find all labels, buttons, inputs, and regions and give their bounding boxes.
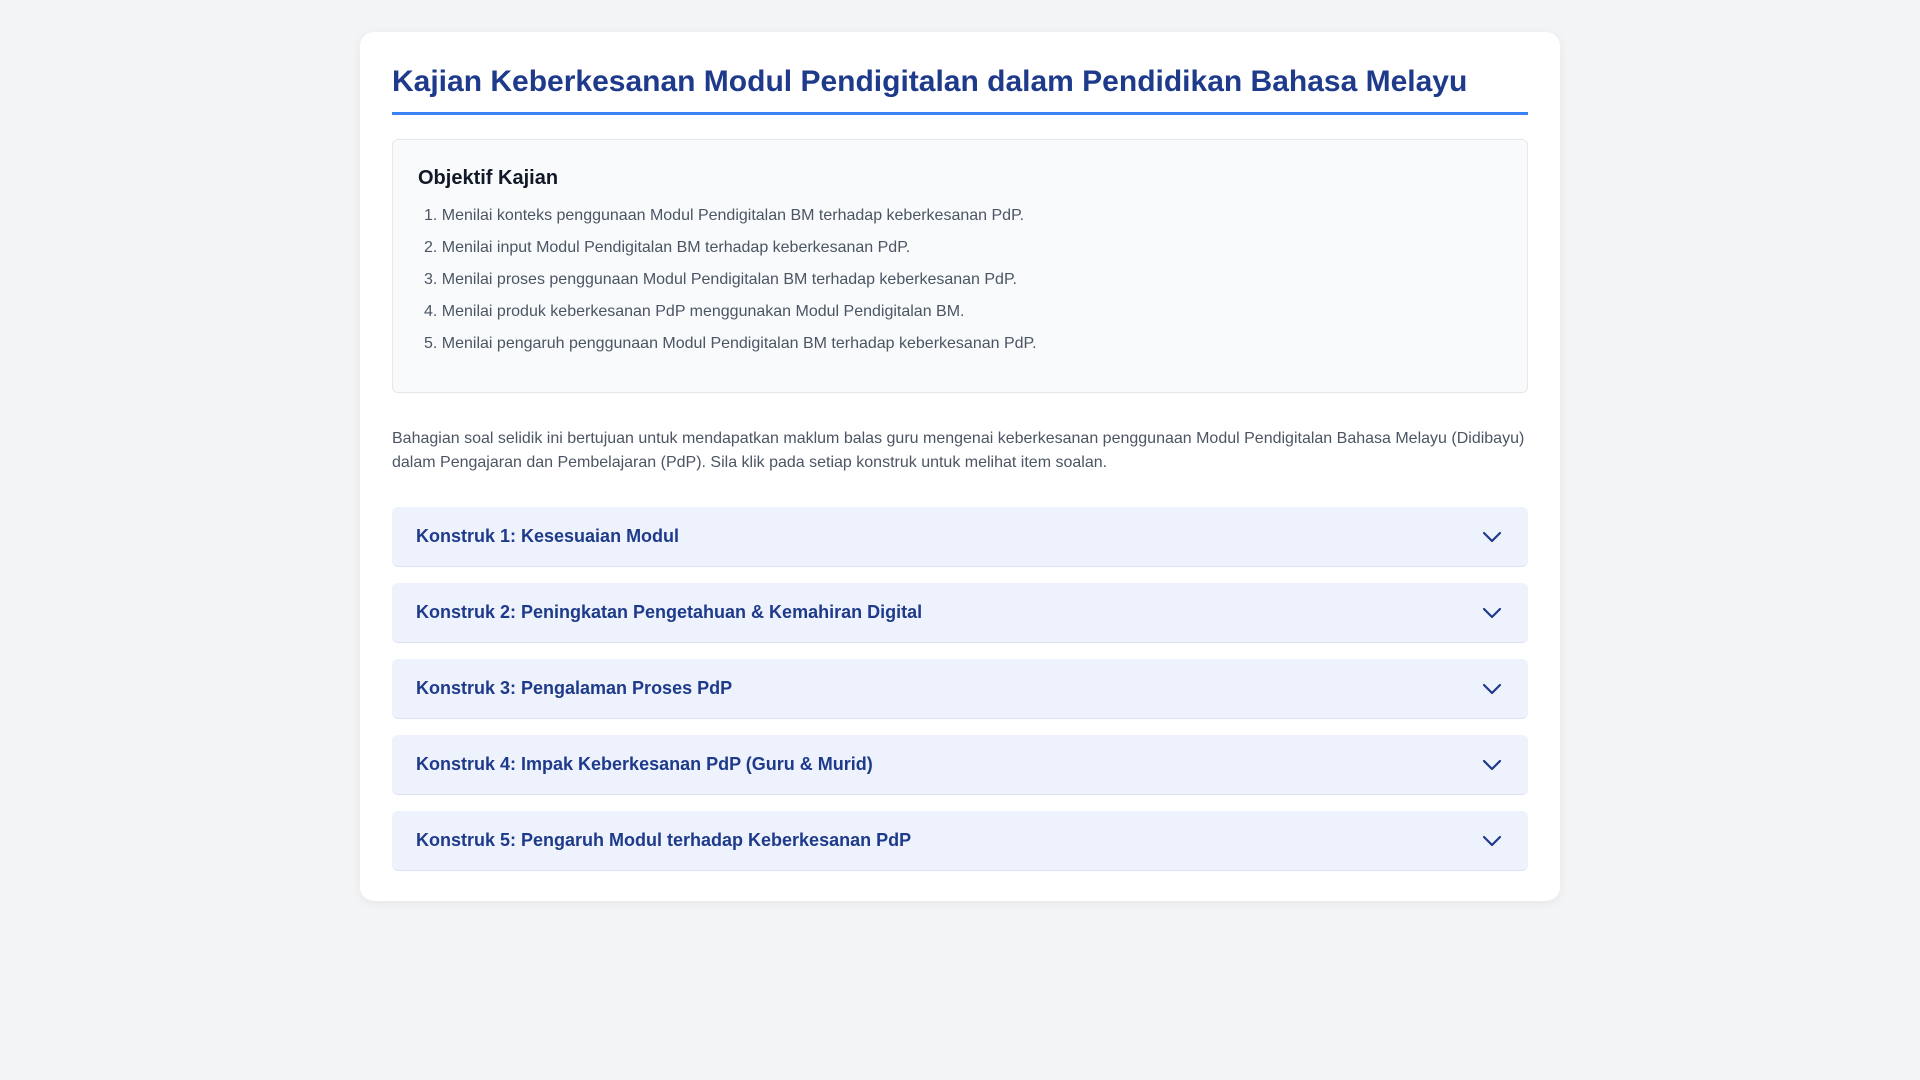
objective-item: 2. Menilai input Modul Pendigitalan BM t… [424, 239, 911, 256]
chevron-down-icon [1480, 677, 1504, 701]
construct-accordion: Konstruk 1: Kesesuaian Modul Konstruk 2:… [392, 507, 1528, 871]
objective-item: 4. Menilai produk keberkesanan PdP mengg… [424, 303, 965, 320]
chevron-down-icon [1480, 601, 1504, 625]
objectives-heading: Objektif Kajian [418, 167, 559, 189]
accordion-item-konstruk-3[interactable]: Konstruk 3: Pengalaman Proses PdP [392, 659, 1528, 719]
objectives-list: 1. Menilai konteks penggunaan Modul Pend… [418, 206, 1502, 354]
accordion-item-label: Konstruk 4: Impak Keberkesanan PdP (Guru… [416, 754, 873, 774]
objectives-panel: Objektif Kajian 1. Menilai konteks pengg… [392, 139, 1528, 393]
accordion-item-konstruk-4[interactable]: Konstruk 4: Impak Keberkesanan PdP (Guru… [392, 735, 1528, 795]
page-title: Kajian Keberkesanan Modul Pendigitalan d… [392, 64, 1528, 115]
objective-item: 3. Menilai proses penggunaan Modul Pendi… [424, 271, 1017, 288]
accordion-item-label: Konstruk 5: Pengaruh Modul terhadap Kebe… [416, 830, 912, 850]
chevron-down-icon [1480, 829, 1504, 853]
accordion-item-label: Konstruk 3: Pengalaman Proses PdP [416, 678, 733, 698]
accordion-item-konstruk-1[interactable]: Konstruk 1: Kesesuaian Modul [392, 507, 1528, 567]
survey-card: Kajian Keberkesanan Modul Pendigitalan d… [360, 32, 1560, 901]
accordion-item-label: Konstruk 1: Kesesuaian Modul [416, 526, 680, 546]
objective-item: 5. Menilai pengaruh penggunaan Modul Pen… [424, 335, 1037, 352]
accordion-item-konstruk-5[interactable]: Konstruk 5: Pengaruh Modul terhadap Kebe… [392, 811, 1528, 871]
accordion-item-konstruk-2[interactable]: Konstruk 2: Peningkatan Pengetahuan & Ke… [392, 583, 1528, 643]
objective-item: 1. Menilai konteks penggunaan Modul Pend… [424, 207, 1025, 224]
chevron-down-icon [1480, 753, 1504, 777]
intro-text: Bahagian soal selidik ini bertujuan untu… [392, 430, 1525, 471]
chevron-down-icon [1480, 525, 1504, 549]
accordion-item-label: Konstruk 2: Peningkatan Pengetahuan & Ke… [416, 602, 923, 622]
